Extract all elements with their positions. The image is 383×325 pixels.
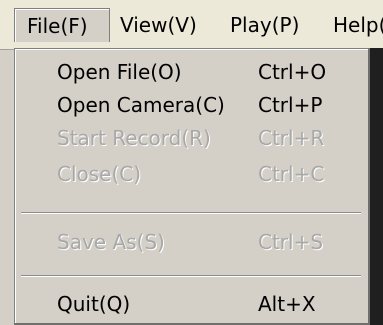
background-window-edge <box>370 48 383 325</box>
menu-item-start-record: Start Record(R) Ctrl+R <box>15 121 367 155</box>
menu-bar: File(F) View(V) Play(P) Help( <box>0 0 383 50</box>
menu-view[interactable]: View(V) <box>112 8 216 42</box>
menu-item-label: Save As(S) <box>57 230 165 254</box>
menu-help[interactable]: Help( <box>333 8 383 42</box>
menu-item-label: Open Camera(C) <box>57 93 225 117</box>
menu-item-open-file[interactable]: Open File(O) Ctrl+O <box>15 55 367 89</box>
menu-separator <box>21 275 361 277</box>
application-window: File(F) View(V) Play(P) Help( Open File(… <box>0 0 383 325</box>
menu-item-open-camera[interactable]: Open Camera(C) Ctrl+P <box>15 88 367 122</box>
menu-item-label: Close(C) <box>57 162 142 186</box>
menu-item-shortcut: Ctrl+O <box>258 60 327 84</box>
menu-item-save-as: Save As(S) Ctrl+S <box>15 225 367 259</box>
file-menu-dropdown: Open File(O) Ctrl+O Open Camera(C) Ctrl+… <box>14 48 370 325</box>
menu-item-label: Open File(O) <box>57 60 182 84</box>
menu-file[interactable]: File(F) <box>14 8 110 42</box>
menu-item-label: Quit(Q) <box>57 292 131 316</box>
menu-item-quit[interactable]: Quit(Q) Alt+X <box>15 287 367 321</box>
menu-separator <box>21 212 361 214</box>
menu-item-shortcut: Ctrl+S <box>258 230 324 254</box>
menu-item-shortcut: Alt+X <box>258 292 316 316</box>
menu-play[interactable]: Play(P) <box>222 8 328 42</box>
menu-item-label: Start Record(R) <box>57 126 211 150</box>
menu-item-shortcut: Ctrl+R <box>258 126 325 150</box>
menu-item-close: Close(C) Ctrl+C <box>15 157 367 191</box>
menu-item-shortcut: Ctrl+C <box>258 162 325 186</box>
menu-item-shortcut: Ctrl+P <box>258 93 323 117</box>
